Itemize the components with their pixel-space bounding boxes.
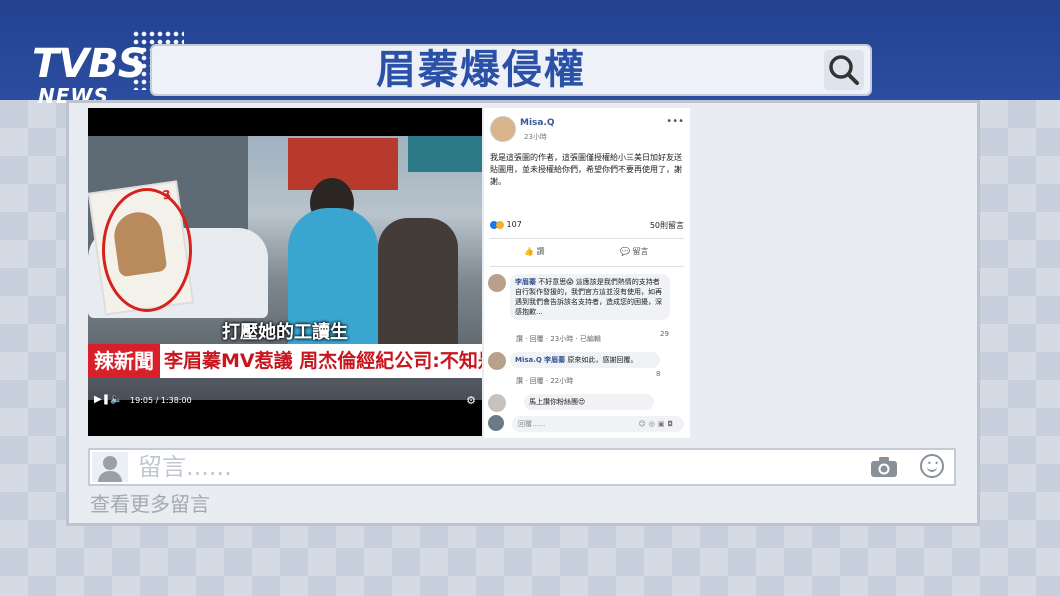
lower-third-headline: 李眉蓁MV惹議 周杰倫經紀公司:不知是要說 — [164, 350, 482, 372]
video-time: 19:05 / 1:38:00 — [130, 396, 192, 405]
post-time: 23小時 — [524, 133, 547, 141]
comment-button[interactable]: 💬 留言 — [620, 246, 649, 257]
like-button[interactable]: 👍 讚 — [524, 246, 545, 257]
video-shop-sign-2 — [408, 136, 482, 172]
comment-author[interactable]: 李眉蓁 — [515, 278, 536, 286]
comment-text: 不好意思😱 這應該是我們熱情的支持者自行製作發援的，我們官方這並沒有使用，如再遇… — [515, 278, 662, 316]
user-icon-body — [98, 471, 122, 482]
video-player[interactable]: 3 打壓她的工讀生 辣新聞 李眉蓁MV惹議 周杰倫經紀公司:不知是要說 ▶❚ 🔈… — [88, 108, 482, 436]
commenter-avatar[interactable] — [488, 394, 506, 412]
comment-reaction-count: 8 — [656, 370, 661, 378]
comment-mention[interactable]: 李眉蓁 — [544, 356, 565, 364]
headline-search-bar: 眉蓁爆侵權 — [150, 44, 872, 96]
comment-input-bar[interactable]: 留言...... • • — [88, 448, 956, 486]
divider — [490, 266, 684, 267]
comment-text: 馬上讚你粉絲團😍 — [529, 398, 586, 406]
reply-tool-icons[interactable]: ☺◎▣◘ — [638, 416, 676, 432]
comment-count[interactable]: 50則留言 — [650, 220, 684, 231]
post-text: 我是這張圖的作者，這張圖僅授權給小三美日加好友送貼圖用，並未授權給你們，希望你們… — [490, 153, 682, 186]
comment-reaction-count: 29 — [660, 330, 669, 338]
more-options-icon[interactable]: ••• — [666, 116, 684, 127]
comment-bubble: 馬上讚你粉絲團😍 — [524, 394, 654, 410]
comment-placeholder: 留言...... — [138, 453, 232, 481]
haha-reaction-icon — [496, 220, 504, 229]
current-user-avatar — [488, 415, 504, 431]
comment-meta[interactable]: 讚 · 回覆 · 22小時 — [516, 376, 573, 386]
lower-third-tag: 辣新聞 — [88, 344, 160, 378]
search-icon — [829, 55, 859, 85]
like-label: 讚 — [536, 247, 545, 256]
volume-icon[interactable]: 🔈 — [110, 394, 122, 405]
emoji-icon[interactable]: • • — [920, 454, 944, 478]
highlight-circle — [102, 188, 192, 312]
search-button[interactable] — [824, 50, 864, 90]
divider — [490, 238, 684, 239]
reply-input[interactable]: 回覆...... ☺◎▣◘ — [512, 416, 684, 432]
comment-text: 原來如此，感謝回覆。 — [567, 356, 638, 364]
commenter-avatar[interactable] — [488, 274, 506, 292]
gear-icon[interactable]: ⚙ — [466, 394, 476, 407]
reply-placeholder: 回覆...... — [518, 420, 546, 428]
post-author[interactable]: Misa.Q — [520, 118, 555, 128]
facebook-post: Misa.Q 23小時 ••• 我是這張圖的作者，這張圖僅授權給小三美日加好友送… — [484, 108, 690, 438]
logo-main-text: TVBS — [32, 41, 147, 87]
camera-icon[interactable] — [870, 456, 898, 478]
user-icon-head — [103, 456, 117, 470]
author-avatar[interactable] — [490, 116, 516, 142]
view-more-comments-link[interactable]: 查看更多留言 — [90, 488, 210, 517]
thumbs-up-icon: 👍 — [524, 247, 534, 256]
emoji-mouth — [927, 464, 937, 472]
comment-icon: 💬 — [620, 247, 630, 256]
headline-title: 眉蓁爆侵權 — [376, 47, 586, 93]
reaction-summary[interactable]: 107 — [490, 220, 522, 229]
comment-author[interactable]: Misa.Q — [515, 356, 542, 364]
comment-bubble: Misa.Q 李眉蓁 原來如此，感謝回覆。 — [510, 352, 660, 368]
comment-meta[interactable]: 讚 · 回覆 · 23小時 · 已編輯 — [516, 334, 601, 344]
play-icon[interactable]: ▶❚ — [94, 394, 110, 405]
commenter-avatar[interactable] — [488, 352, 506, 370]
comment-label: 留言 — [632, 247, 649, 256]
user-icon — [92, 452, 128, 482]
reaction-count: 107 — [506, 220, 522, 229]
comment-bubble: 李眉蓁 不好意思😱 這應該是我們熱情的支持者自行製作發援的，我們官方這並沒有使用… — [510, 274, 670, 320]
video-subtitle: 打壓她的工讀生 — [222, 322, 348, 343]
